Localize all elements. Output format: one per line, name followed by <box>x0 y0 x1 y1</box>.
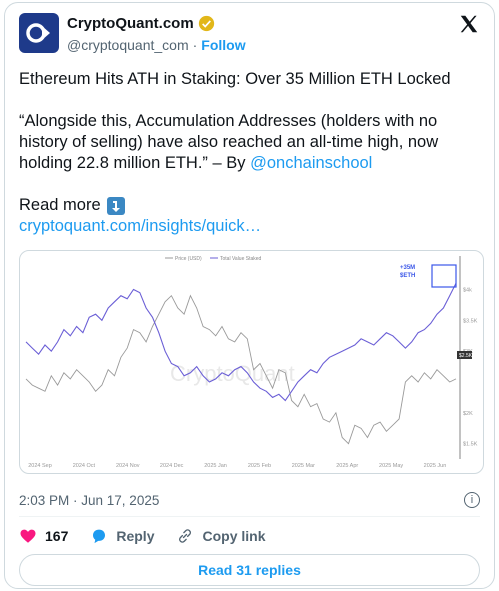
x-tick-label: 2025 Jun <box>424 463 447 469</box>
tweet-body: Ethereum Hits ATH in Staking: Over 35 Mi… <box>19 69 487 237</box>
mention-link[interactable]: @onchainschool <box>250 154 372 172</box>
account-name[interactable]: CryptoQuant.com <box>67 15 194 32</box>
info-icon[interactable]: i <box>464 492 480 508</box>
chart-image[interactable]: Price (USD) Total Value Staked CryptoQuan… <box>19 250 484 474</box>
x-tick-label: 2024 Dec <box>160 463 184 469</box>
y-tick-label: $1.5K <box>463 442 478 448</box>
tweet-headline: Ethereum Hits ATH in Staking: Over 35 Mi… <box>19 70 451 88</box>
y-tick-label: $2K <box>463 411 473 417</box>
heart-icon <box>20 529 36 543</box>
verified-badge-icon <box>198 15 214 32</box>
account-handle[interactable]: @cryptoquant_com <box>67 37 189 53</box>
price-badge: $2.5K <box>459 353 473 359</box>
annotation-line1: +35M <box>400 265 415 271</box>
timestamp[interactable]: 2:03 PM · Jun 17, 2025 <box>19 493 159 508</box>
read-more-text: Read more <box>19 196 101 214</box>
x-tick-label: 2024 Oct <box>73 463 96 469</box>
x-tick-label: 2024 Nov <box>116 463 140 469</box>
tweet-quote-text: “Alongside this, Accumulation Addresses … <box>19 112 439 172</box>
reply-bubble-icon <box>93 529 106 544</box>
divider <box>19 516 480 517</box>
like-button[interactable]: 167 <box>19 527 68 545</box>
arrow-down-emoji-icon <box>106 196 125 215</box>
price-staking-chart: Price (USD) Total Value Staked CryptoQuan… <box>25 256 478 469</box>
legend-label: Price (USD) <box>175 256 202 262</box>
x-tick-label: 2025 Jan <box>204 463 227 469</box>
link-icon <box>179 529 192 543</box>
cryptoquant-logo-avatar[interactable] <box>19 13 59 53</box>
x-tick-label: 2025 May <box>379 463 403 469</box>
x-tick-label: 2025 Mar <box>292 463 315 469</box>
read-more-row: Read more <box>19 195 487 216</box>
copy-link-button[interactable]: Copy link <box>176 527 266 545</box>
follow-button[interactable]: Follow <box>201 37 245 53</box>
x-tick-label: 2025 Feb <box>248 463 271 469</box>
copy-link-label: Copy link <box>202 528 266 544</box>
x-tick-label: 2025 Apr <box>336 463 358 469</box>
x-tick-label: 2024 Sep <box>28 463 52 469</box>
legend-label: Total Value Staked <box>220 256 262 262</box>
like-count: 167 <box>45 528 69 544</box>
handle-row: @cryptoquant_com · Follow <box>67 37 246 53</box>
tweet-card: CryptoQuant.com @cryptoquant_com · Follo… <box>4 2 495 589</box>
cryptoquant-logo-icon <box>26 23 50 43</box>
insights-link[interactable]: cryptoquant.com/insights/quick… <box>19 216 487 237</box>
account-name-row: CryptoQuant.com <box>67 15 215 32</box>
annotation-line2: $ETH <box>400 273 415 279</box>
reply-label: Reply <box>116 528 155 544</box>
separator-dot: · <box>192 37 198 53</box>
y-tick-label: $3.5K <box>463 318 478 324</box>
tweet-quote: “Alongside this, Accumulation Addresses … <box>19 111 487 174</box>
y-tick-label: $4k <box>463 288 472 294</box>
x-logo-icon[interactable] <box>458 13 480 40</box>
highlight-box <box>431 264 457 288</box>
reply-button[interactable]: Reply <box>90 527 154 545</box>
read-replies-button[interactable]: Read 31 replies <box>19 554 480 586</box>
action-bar: 167 Reply Copy link <box>19 527 288 545</box>
